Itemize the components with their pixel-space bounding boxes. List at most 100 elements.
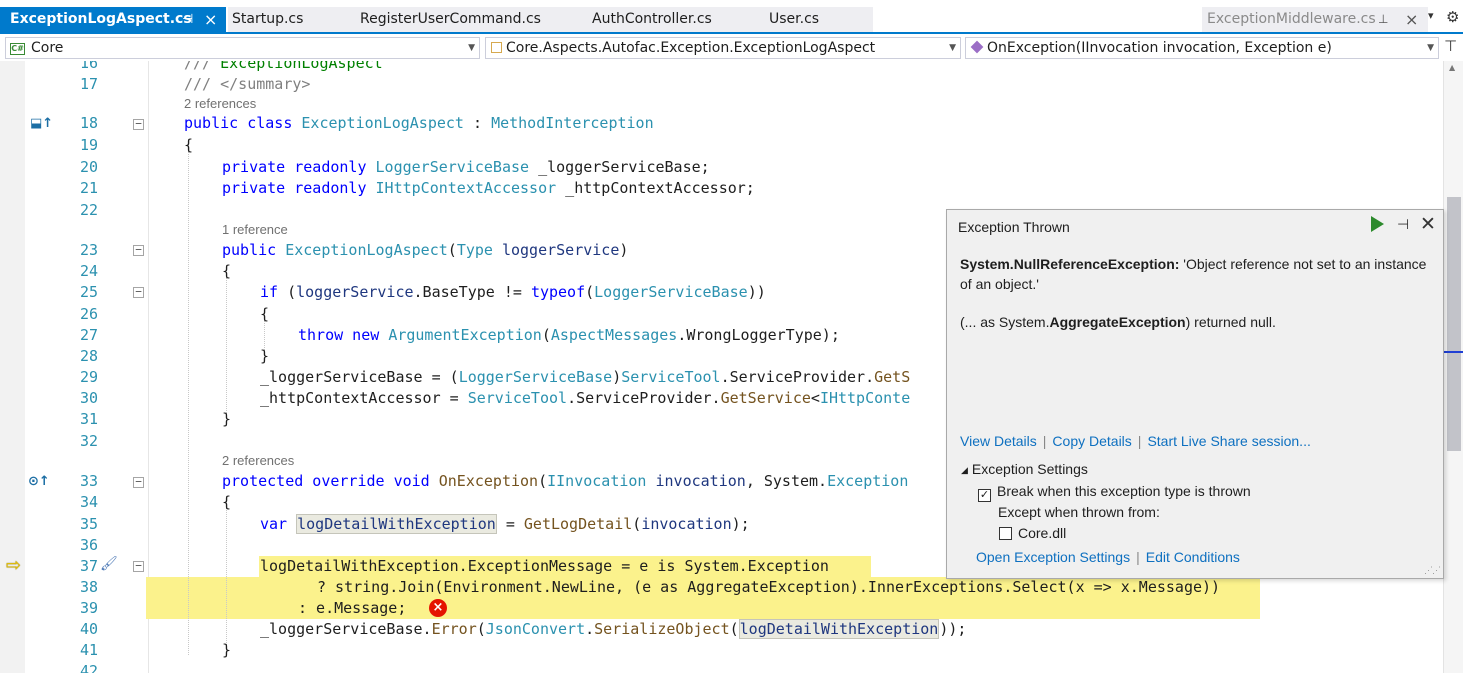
collapse-icon[interactable]: − [133, 118, 144, 130]
start-live-share-link[interactable]: Start Live Share session... [1147, 433, 1310, 449]
scrollbar-thumb[interactable] [1447, 197, 1461, 451]
chevron-down-icon: ▼ [1427, 43, 1434, 53]
continue-icon[interactable] [1371, 216, 1384, 232]
code-line: { [222, 493, 232, 511]
line-number: 18 [79, 114, 98, 132]
tab-authcontroller[interactable]: AuthController.cs [588, 7, 765, 32]
project-dropdown[interactable]: C# Core ▼ [5, 37, 480, 59]
code-line: private readonly IHttpContextAccessor _h… [222, 179, 755, 197]
code-line: if (loggerService.BaseType != typeof(Log… [260, 283, 766, 301]
code-line: } [222, 410, 232, 428]
indicator-margin[interactable] [0, 61, 25, 673]
exception-helper-popup: Exception Thrown ⊣ ✕ System.NullReferenc… [946, 209, 1444, 579]
line-number: 17 [79, 75, 98, 93]
type-dropdown[interactable]: Core.Aspects.Autofac.Exception.Exception… [485, 37, 961, 59]
pin-tab-icon[interactable]: ⊥ [1378, 7, 1388, 32]
exception-settings-links: Open Exception Settings | Edit Conditions [976, 549, 1240, 565]
code-line: { [260, 305, 270, 323]
indent-guide [188, 145, 189, 655]
tab-exceptionlogaspect[interactable]: ExceptionLogAspect.cs ⊣ × [0, 7, 226, 34]
view-details-link[interactable]: View Details [960, 433, 1037, 449]
core-dll-checkbox[interactable] [999, 527, 1012, 540]
class-icon [491, 42, 502, 53]
collapse-icon[interactable]: − [133, 476, 144, 488]
copy-details-link[interactable]: Copy Details [1052, 433, 1131, 449]
close-icon[interactable]: ✕ [1420, 213, 1436, 236]
resize-grip-icon[interactable]: ⋰⋰ [1424, 565, 1441, 576]
break-checkbox[interactable]: ✓ [978, 489, 991, 502]
scrollbar-position-marker [1444, 351, 1463, 353]
code-line: /// </summary> [184, 75, 311, 93]
line-number: 34 [79, 493, 98, 511]
line-number: 29 [79, 368, 98, 386]
codelens-references[interactable]: 1 reference [222, 221, 288, 238]
split-window-icon[interactable]: ⊤ [1444, 37, 1457, 55]
line-number: 33 [79, 472, 98, 490]
exception-settings-header[interactable]: ◢ Exception Settings [961, 461, 1088, 477]
indent-guide [226, 501, 227, 651]
tab-exceptionmiddleware[interactable]: ExceptionMiddleware.cs ⊥ × [1202, 7, 1428, 32]
line-number: 25 [79, 283, 98, 301]
collapse-icon[interactable]: − [133, 286, 144, 298]
break-when-thrown-option[interactable]: ✓ Break when this exception type is throw… [978, 483, 1251, 502]
close-tab-icon[interactable]: × [1405, 7, 1418, 32]
pin-icon[interactable]: ⊣ [1397, 216, 1409, 233]
code-line: _loggerServiceBase.Error(JsonConvert.Ser… [260, 619, 967, 639]
method-icon [970, 40, 984, 54]
instruction-pointer-arrow-icon[interactable]: ⇨ [6, 556, 21, 576]
core-dll-option[interactable]: Core.dll [999, 525, 1066, 541]
tab-label: User.cs [769, 11, 820, 27]
tab-overflow-icon[interactable]: ▾ [1428, 9, 1434, 22]
override-icon[interactable]: ⊙↑ [28, 474, 50, 489]
tab-label: ExceptionLogAspect.cs [10, 11, 192, 27]
tab-label: Startup.cs [232, 11, 304, 27]
line-number: 22 [79, 201, 98, 219]
document-tab-strip: ExceptionLogAspect.cs ⊣ × Startup.cs Reg… [0, 0, 1463, 34]
code-line: protected override void OnException(IInv… [222, 472, 909, 490]
error-icon[interactable]: × [429, 599, 447, 617]
tab-label: AuthController.cs [592, 11, 712, 27]
navigation-bar: C# Core ▼ Core.Aspects.Autofac.Exception.… [0, 36, 1463, 61]
tab-user[interactable]: User.cs [765, 7, 873, 32]
code-line: var logDetailWithException = GetLogDetai… [260, 514, 750, 534]
line-number: 28 [79, 347, 98, 365]
edit-and-continue-brush-icon[interactable]: 🖌 [100, 556, 118, 572]
code-line: _httpContextAccessor = ServiceTool.Servi… [260, 389, 911, 407]
edit-conditions-link[interactable]: Edit Conditions [1146, 549, 1240, 565]
code-line: public class ExceptionLogAspect : Method… [184, 114, 654, 132]
code-line: _loggerServiceBase = (LoggerServiceBase)… [260, 368, 911, 386]
tab-startup[interactable]: Startup.cs [228, 7, 356, 32]
line-number: 39 [79, 599, 98, 617]
line-number: 27 [79, 326, 98, 344]
vertical-scrollbar[interactable]: ▲ [1443, 61, 1463, 673]
implementation-icon[interactable]: ⬓↑ [30, 116, 53, 131]
expand-toggle-icon[interactable]: ◢ [961, 465, 968, 475]
open-exception-settings-link[interactable]: Open Exception Settings [976, 549, 1130, 565]
pin-tab-icon[interactable]: ⊣ [182, 7, 193, 32]
code-line: logDetailWithException.ExceptionMessage … [260, 557, 838, 575]
member-dropdown[interactable]: OnException(IInvocation invocation, Exce… [965, 37, 1439, 59]
popup-title: Exception Thrown [958, 219, 1070, 235]
chevron-down-icon: ▼ [949, 43, 956, 53]
project-name: Core [31, 40, 64, 56]
line-number: 36 [79, 536, 98, 554]
codelens-references[interactable]: 2 references [184, 95, 256, 112]
collapse-icon[interactable]: − [133, 244, 144, 256]
close-tab-icon[interactable]: × [204, 7, 217, 32]
codelens-references[interactable]: 2 references [222, 452, 294, 469]
exception-returned-null: (... as System.AggregateException) retur… [960, 314, 1276, 330]
except-when-thrown-label: Except when thrown from: [998, 504, 1160, 520]
type-name: Core.Aspects.Autofac.Exception.Exception… [506, 40, 876, 56]
gear-icon[interactable]: ⚙ [1446, 8, 1459, 26]
line-number: 35 [79, 515, 98, 533]
code-line: /// ExceptionLogAspect [184, 61, 383, 72]
code-line: ? string.Join(Environment.NewLine, (e as… [317, 578, 1221, 596]
tab-registerusercommand[interactable]: RegisterUserCommand.cs [356, 7, 588, 32]
collapse-icon[interactable]: − [133, 560, 144, 572]
line-number: 41 [79, 641, 98, 659]
tab-label: RegisterUserCommand.cs [360, 11, 541, 27]
line-number: 31 [79, 410, 98, 428]
code-line: : e.Message; [298, 599, 407, 617]
scroll-up-icon[interactable]: ▲ [1449, 63, 1455, 72]
indent-guide [226, 269, 227, 419]
